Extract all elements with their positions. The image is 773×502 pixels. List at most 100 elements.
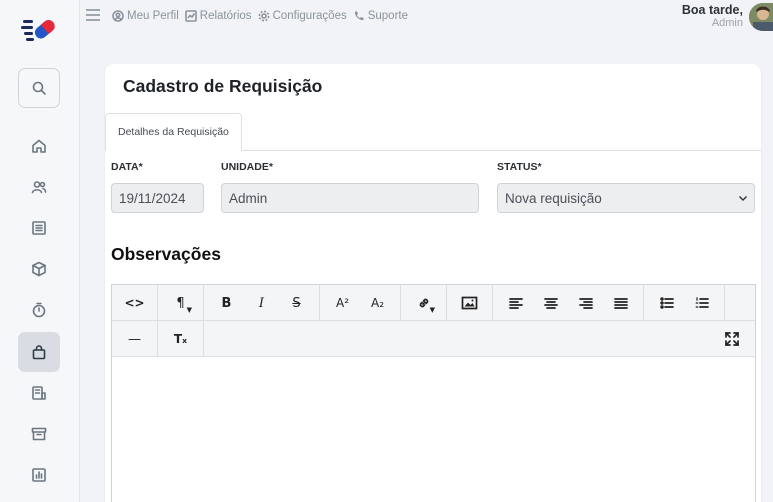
unit-field[interactable]: Admin [221,183,479,213]
chart-icon [184,10,197,22]
bold-button[interactable]: B [209,289,244,317]
clear-format-icon: Tₓ [173,332,188,346]
superscript-button[interactable]: A² [325,289,360,317]
nav-link-label: Meu Perfil [127,10,179,22]
search-icon [32,81,46,95]
sidebar-item-invoices[interactable] [18,373,60,413]
align-left-button[interactable] [498,289,533,317]
nav-link-label: Configurações [272,10,347,22]
sidebar-item-archive[interactable] [18,414,60,454]
status-label: STATUS* [497,161,542,173]
sidebar-item-reports[interactable] [18,455,60,495]
italic-icon: I [258,295,265,311]
date-field[interactable]: 19/11/2024 [111,183,204,213]
image-icon [461,296,478,310]
link-icon [419,298,428,308]
sidebar-item-home[interactable] [18,126,60,166]
align-right-button[interactable] [568,289,603,317]
horizontal-rule-button[interactable]: — [117,325,152,353]
tab-bar: Detalhes da Requisição [105,113,761,151]
nav-link-label: Relatórios [199,10,252,22]
app-logo [21,20,55,41]
users-icon [31,181,47,194]
invoice-icon [32,386,46,400]
greeting-text: Boa tarde, [681,3,743,17]
bar-chart-icon [32,468,46,482]
caret-down-icon: ▼ [429,306,435,314]
align-left-icon [508,298,523,309]
code-icon: <> [124,296,145,310]
sidebar-item-requisitions[interactable] [18,332,60,372]
rich-text-editor: <> ¶ ▼ B I S A² A₂ ▼ — Tₓ [111,284,756,502]
editor-toolbar-row-1: <> ¶ ▼ B I S A² A₂ ▼ [112,285,755,321]
editor-toolbar-row-2: — Tₓ [112,321,755,357]
nav-link-settings[interactable]: Configurações [258,10,347,22]
sidebar-search-button[interactable] [18,68,60,108]
menu-icon[interactable] [86,9,100,21]
superscript-icon: A² [335,296,350,310]
sidebar-item-timer[interactable] [18,290,60,330]
top-bar: Meu Perfil Relatórios Configurações Supo… [80,0,773,36]
strikethrough-button[interactable]: S [279,289,314,317]
unit-value: Admin [229,190,268,206]
sidebar-item-list[interactable] [18,208,60,248]
unit-label: UNIDADE* [221,161,273,173]
list-icon [32,221,46,235]
caret-down-icon: ▼ [186,306,192,314]
align-center-button[interactable] [533,289,568,317]
user-greeting[interactable]: Boa tarde, Admin [682,4,743,30]
insert-image-button[interactable] [452,289,487,317]
align-justify-button[interactable] [603,289,638,317]
box-icon [32,261,46,277]
subscript-button[interactable]: A₂ [360,289,395,317]
align-justify-icon [613,298,628,309]
observations-title: Observações [111,244,221,264]
tab-request-details[interactable]: Detalhes da Requisição [105,113,242,151]
bold-icon: B [221,295,232,311]
numbered-list-icon [695,297,709,308]
sidebar-item-products[interactable] [18,249,60,289]
clear-formatting-button[interactable]: Tₓ [163,325,198,353]
numbered-list-button[interactable] [684,289,719,317]
strikethrough-icon: S [292,295,301,311]
user-name: Admin [711,17,743,29]
status-select[interactable]: Nova requisição [497,183,755,213]
gear-icon [258,10,269,22]
top-navigation: Meu Perfil Relatórios Configurações Supo… [112,10,408,22]
insert-link-button[interactable]: ▼ [406,289,441,317]
subscript-icon: A₂ [370,296,385,310]
italic-button[interactable]: I [244,289,279,317]
expand-icon [724,332,739,346]
user-circle-icon [112,10,124,22]
home-icon [32,139,46,153]
paragraph-format-button[interactable]: ¶ ▼ [163,289,198,317]
requisition-form-card: Cadastro de Requisição Detalhes da Requi… [105,64,761,502]
page-title: Cadastro de Requisição [123,76,323,96]
archive-icon [31,427,47,441]
nav-link-label: Suporte [367,10,408,22]
status-value: Nova requisição [505,190,602,206]
bullet-list-icon [659,297,674,309]
editor-content-area[interactable] [112,357,755,502]
shopping-bag-icon [32,345,46,360]
sidebar [0,0,80,502]
code-view-button[interactable]: <> [117,289,152,317]
chevron-down-icon [739,196,747,201]
sidebar-item-users[interactable] [18,167,60,207]
date-label: DATA* [111,161,143,173]
bullet-list-button[interactable] [649,289,684,317]
stopwatch-icon [32,302,46,318]
horizontal-rule-icon: — [128,331,141,347]
nav-link-profile[interactable]: Meu Perfil [112,10,179,22]
align-right-icon [578,298,593,309]
avatar[interactable] [749,3,773,31]
phone-icon [354,11,364,21]
nav-link-support[interactable]: Suporte [353,10,408,22]
paragraph-icon: ¶ [176,295,185,311]
fullscreen-button[interactable] [714,325,749,353]
date-value: 19/11/2024 [119,190,186,206]
nav-link-reports[interactable]: Relatórios [184,10,252,22]
align-center-icon [543,298,558,309]
